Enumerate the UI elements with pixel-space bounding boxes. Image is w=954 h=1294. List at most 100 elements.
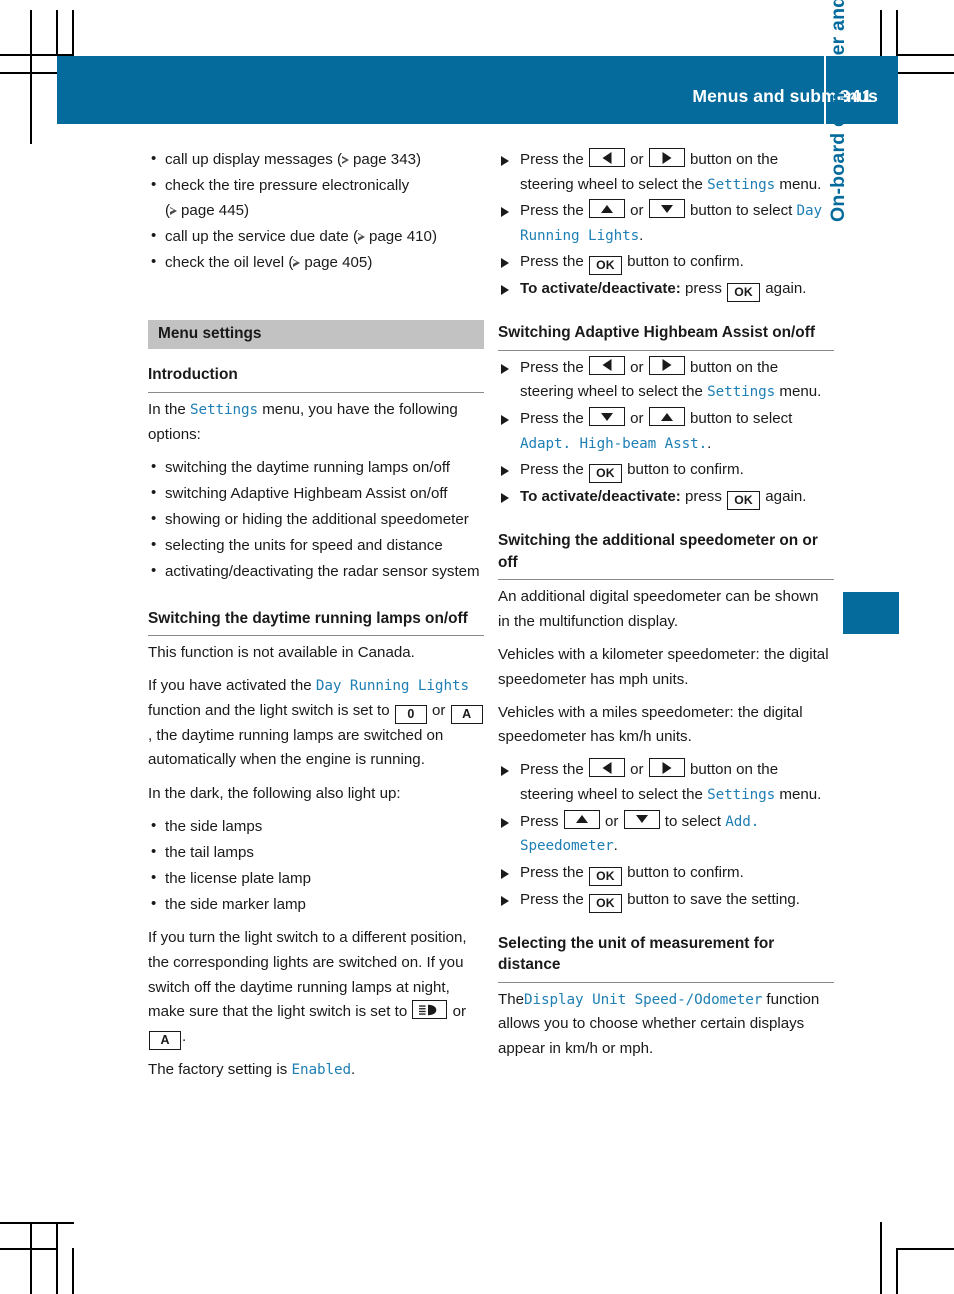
intro-paragraph: In the Settings menu, you have the follo… bbox=[148, 400, 458, 443]
left-column: call up display messages (page 343) chec… bbox=[148, 147, 484, 1091]
ok-key-icon: OK bbox=[588, 256, 622, 276]
light-switch-auto-key: A bbox=[450, 704, 483, 724]
page-ref-arrow-icon bbox=[358, 232, 366, 242]
list-item: selecting the units for speed and distan… bbox=[148, 533, 484, 559]
list-item: showing or hiding the additional speedom… bbox=[148, 507, 484, 533]
crop-mark bbox=[72, 10, 74, 54]
step-item: Press the or button to select Adapt. Hig… bbox=[498, 407, 834, 456]
list-item: check the tire pressure electronically (p… bbox=[148, 173, 484, 223]
ahba-steps-list: Press the or button on the steering whee… bbox=[498, 355, 834, 511]
crop-mark bbox=[56, 1222, 58, 1294]
step-item: Press the OK button to confirm. bbox=[498, 250, 834, 276]
list-item-text: the side lamps bbox=[165, 817, 263, 835]
section-heading-bar: Menu settings bbox=[148, 320, 484, 350]
arrow-up-key-icon bbox=[563, 809, 600, 829]
speedometer-steps-list: Press the or button on the steering whee… bbox=[498, 758, 834, 913]
list-item: switching the daytime running lamps on/o… bbox=[148, 455, 484, 481]
speedometer-paragraph-1: An additional digital speedometer can be… bbox=[498, 588, 819, 630]
crop-mark bbox=[0, 1222, 74, 1224]
page-ref-arrow-icon bbox=[342, 156, 350, 165]
step-item: Press or to select Add. Speedometer. bbox=[498, 809, 834, 859]
list-item: check the oil level (page 405) bbox=[148, 250, 484, 276]
drl-lamps-list: the side lamps the tail lamps the licens… bbox=[148, 814, 484, 918]
speedometer-paragraph-3: Vehicles with a miles speedometer: the d… bbox=[498, 703, 803, 746]
subsection-heading-unit: Selecting the unit of measurement for di… bbox=[498, 933, 834, 983]
speedometer-paragraph-2: Vehicles with a kilometer speedometer: t… bbox=[498, 645, 829, 688]
menu-term: Day Running Lights bbox=[315, 678, 469, 695]
crop-mark bbox=[30, 10, 32, 144]
arrow-right-key-icon bbox=[648, 758, 685, 778]
drl-paragraph-2: If you have activated the Day Running Li… bbox=[148, 674, 484, 773]
list-item-text: activating/deactivating the radar sensor… bbox=[165, 563, 480, 581]
right-column: Press the or button on the steering whee… bbox=[498, 148, 834, 1070]
crop-mark bbox=[880, 10, 882, 56]
menu-term: Display Unit Speed-/Odometer bbox=[524, 991, 763, 1008]
list-item: call up display messages (page 343) bbox=[148, 147, 484, 173]
subsection-heading-ahba: Switching Adaptive Highbeam Assist on/of… bbox=[498, 322, 834, 351]
drl-paragraph-4: If you turn the light switch to a differ… bbox=[148, 926, 484, 1050]
ok-key-icon: OK bbox=[588, 464, 622, 484]
crop-mark bbox=[0, 1248, 57, 1250]
page-reference: (page 410) bbox=[352, 227, 437, 245]
drl-paragraph-3: In the dark, the following also light up… bbox=[148, 784, 401, 802]
crop-mark bbox=[896, 1248, 898, 1294]
list-item-text: check the oil level bbox=[165, 253, 285, 271]
list-item: call up the service due date (page 410) bbox=[148, 224, 484, 250]
options-list: switching the daytime running lamps on/o… bbox=[148, 455, 484, 585]
step-item: Press the or button on the steering whee… bbox=[498, 148, 834, 197]
step-item: Press the or button to select Day Runnin… bbox=[498, 199, 834, 248]
arrow-up-key-icon bbox=[588, 199, 625, 219]
drl-paragraph-5: The factory setting is Enabled. bbox=[148, 1061, 356, 1079]
step-item: To activate/deactivate: press OK again. bbox=[498, 485, 834, 511]
arrow-left-key-icon bbox=[588, 758, 625, 778]
low-beam-headlamp-icon bbox=[412, 1000, 448, 1020]
headlamp-glyph bbox=[418, 1004, 437, 1015]
list-item: the tail lamps bbox=[148, 840, 484, 866]
list-item: switching Adaptive Highbeam Assist on/of… bbox=[148, 481, 484, 507]
menu-term: Settings bbox=[707, 384, 776, 401]
ok-key-icon: OK bbox=[727, 283, 761, 303]
list-item-text: showing or hiding the additional speedom… bbox=[165, 510, 469, 528]
crop-mark bbox=[880, 1222, 882, 1294]
menu-term: Settings bbox=[707, 786, 776, 803]
step-item: Press the OK button to confirm. bbox=[498, 861, 834, 886]
crop-mark bbox=[0, 72, 57, 74]
list-item: the license plate lamp bbox=[148, 866, 484, 892]
menu-term: Settings bbox=[707, 176, 776, 193]
chapter-tab-marker bbox=[843, 592, 899, 634]
page-ref-arrow-icon bbox=[170, 206, 178, 216]
drl-steps-list: Press the or button on the steering whee… bbox=[498, 148, 834, 303]
menu-term: Settings bbox=[189, 401, 259, 418]
list-item-text: switching the daytime running lamps on/o… bbox=[165, 458, 450, 476]
crop-mark bbox=[898, 72, 954, 74]
subsection-heading-drl: Switching the daytime running lamps on/o… bbox=[148, 608, 484, 637]
step-emphasis: To activate/deactivate: bbox=[520, 488, 681, 506]
arrow-down-key-icon bbox=[588, 407, 625, 427]
step-item: Press the OK button to save the setting. bbox=[498, 888, 834, 913]
list-item-text: the tail lamps bbox=[165, 843, 254, 861]
unit-paragraph: TheDisplay Unit Speed-/Odometer function… bbox=[498, 990, 820, 1057]
list-item: the side marker lamp bbox=[148, 892, 484, 918]
subsection-heading-introduction: Introduction bbox=[148, 364, 484, 393]
drl-paragraph-1: This function is not available in Canada… bbox=[148, 644, 415, 662]
arrow-right-key-icon bbox=[648, 355, 685, 375]
list-item: activating/deactivating the radar sensor… bbox=[148, 559, 484, 585]
arrow-left-key-icon bbox=[588, 355, 625, 375]
list-item-text: call up display messages bbox=[165, 151, 333, 168]
step-item: Press the or button on the steering whee… bbox=[498, 355, 834, 405]
manual-page: Menus and submenus 341 On-board computer… bbox=[0, 0, 954, 1294]
arrow-right-key-icon bbox=[648, 148, 685, 167]
crop-mark bbox=[896, 10, 898, 54]
step-emphasis: To activate/deactivate: bbox=[520, 280, 681, 298]
step-item: Press the OK button to confirm. bbox=[498, 458, 834, 484]
crop-mark bbox=[896, 54, 954, 56]
page-reference: (page 445) bbox=[165, 201, 250, 219]
light-switch-off-key: 0 bbox=[394, 704, 427, 724]
ok-key-icon: OK bbox=[727, 491, 761, 511]
crop-mark bbox=[30, 1222, 32, 1294]
